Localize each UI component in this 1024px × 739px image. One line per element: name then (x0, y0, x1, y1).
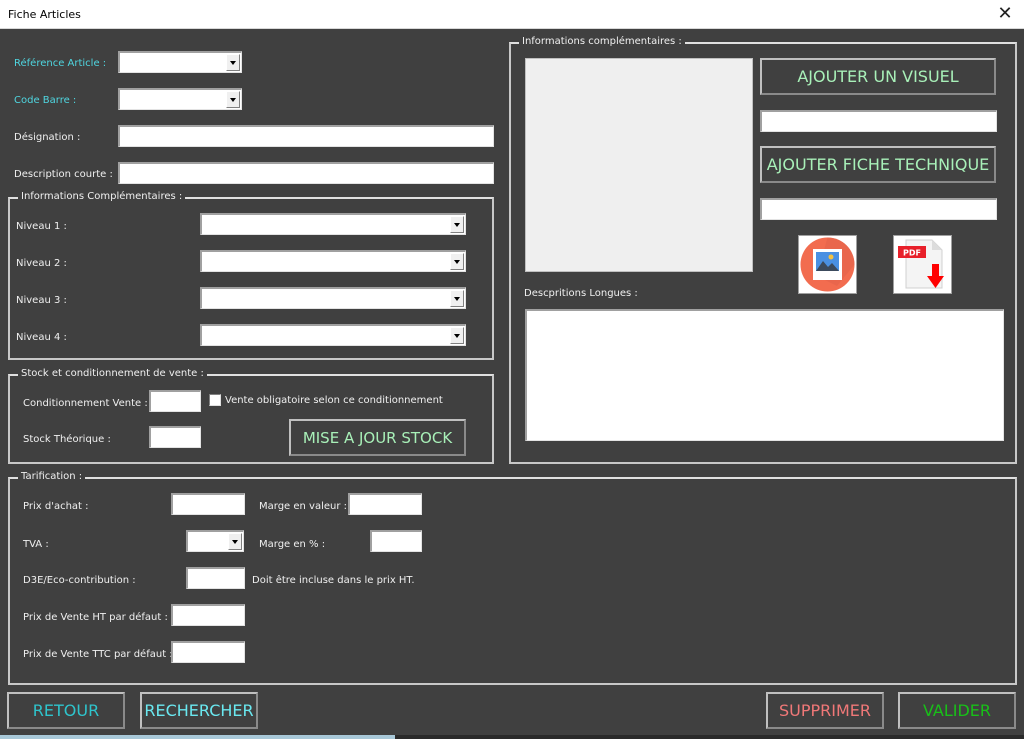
add-visual-button[interactable]: AJOUTER UN VISUEL (760, 58, 996, 95)
theoretical-stock-input[interactable] (149, 426, 201, 448)
default-price-ttc-input[interactable] (171, 641, 245, 663)
purchase-price-input[interactable] (171, 493, 245, 515)
level-4-label: Niveau 4 : (16, 332, 67, 343)
level-1-combo[interactable] (200, 213, 466, 235)
long-descriptions-textarea[interactable] (525, 309, 1004, 441)
window-title: Fiche Articles (8, 8, 81, 21)
eco-contribution-input[interactable] (186, 567, 245, 589)
stock-group-title: Stock et conditionnement de vente : (18, 368, 207, 379)
visual-path-input[interactable] (760, 110, 997, 132)
designation-input[interactable] (118, 125, 494, 147)
chevron-down-icon[interactable] (226, 91, 240, 108)
title-bar: Fiche Articles ✕ (0, 0, 1024, 29)
taskbar-strip (0, 735, 1024, 739)
chevron-down-icon[interactable] (450, 327, 464, 344)
chevron-down-icon[interactable] (450, 253, 464, 270)
short-description-input[interactable] (118, 162, 494, 184)
margin-value-input[interactable] (348, 493, 422, 515)
designation-label: Désignation : (14, 132, 81, 143)
mandatory-packaging-checkbox[interactable] (209, 394, 221, 406)
chevron-down-icon[interactable] (450, 290, 464, 307)
chevron-down-icon[interactable] (226, 54, 240, 71)
packaging-label: Conditionnement Vente : (23, 398, 148, 409)
close-icon[interactable]: ✕ (994, 3, 1016, 25)
search-button[interactable]: RECHERCHER (140, 692, 258, 729)
theoretical-stock-label: Stock Théorique : (23, 434, 111, 445)
margin-percent-label: Marge en % : (259, 539, 326, 550)
chevron-down-icon[interactable] (450, 216, 464, 233)
validate-button[interactable]: VALIDER (898, 692, 1016, 729)
vat-combo[interactable] (186, 530, 244, 552)
default-price-ht-label: Prix de Vente HT par défaut : (23, 612, 168, 623)
short-description-label: Description courte : (14, 169, 113, 180)
taskbar-highlight (0, 735, 395, 739)
mandatory-packaging-label: Vente obligatoire selon ce conditionneme… (225, 395, 443, 406)
extra-info-group-title: Informations complémentaires : (519, 36, 685, 47)
level-3-combo[interactable] (200, 287, 466, 309)
barcode-label: Code Barre : (14, 95, 77, 106)
pdf-download-icon[interactable]: PDF (893, 235, 952, 294)
chevron-down-icon[interactable] (228, 533, 242, 550)
visual-preview (525, 58, 753, 272)
level-2-label: Niveau 2 : (16, 258, 67, 269)
level-3-label: Niveau 3 : (16, 295, 67, 306)
default-price-ht-input[interactable] (171, 604, 245, 626)
eco-contribution-note: Doit être incluse dans le prix HT. (252, 575, 415, 586)
barcode-combo[interactable] (118, 88, 242, 110)
image-icon[interactable] (798, 235, 857, 294)
pdf-badge-text: PDF (903, 249, 921, 258)
purchase-price-label: Prix d'achat : (23, 501, 89, 512)
eco-contribution-label: D3E/Eco-contribution : (23, 575, 136, 586)
reference-combo[interactable] (118, 51, 242, 73)
info-group-title: Informations Complémentaires : (18, 191, 186, 202)
level-4-combo[interactable] (200, 324, 466, 346)
datasheet-path-input[interactable] (760, 198, 997, 220)
pricing-group-title: Tarification : (18, 471, 86, 482)
add-datasheet-button[interactable]: AJOUTER FICHE TECHNIQUE (760, 146, 996, 183)
margin-value-label: Marge en valeur : (259, 501, 348, 512)
vat-label: TVA : (23, 539, 49, 550)
packaging-input[interactable] (149, 390, 201, 412)
update-stock-button[interactable]: MISE A JOUR STOCK (289, 419, 466, 456)
delete-button[interactable]: SUPPRIMER (766, 692, 884, 729)
default-price-ttc-label: Prix de Vente TTC par défaut : (23, 649, 173, 660)
level-1-label: Niveau 1 : (16, 221, 67, 232)
back-button[interactable]: RETOUR (7, 692, 125, 729)
level-2-combo[interactable] (200, 250, 466, 272)
long-descriptions-label: Descpritions Longues : (524, 288, 638, 299)
margin-percent-input[interactable] (370, 530, 422, 552)
reference-label: Référence Article : (14, 58, 107, 69)
